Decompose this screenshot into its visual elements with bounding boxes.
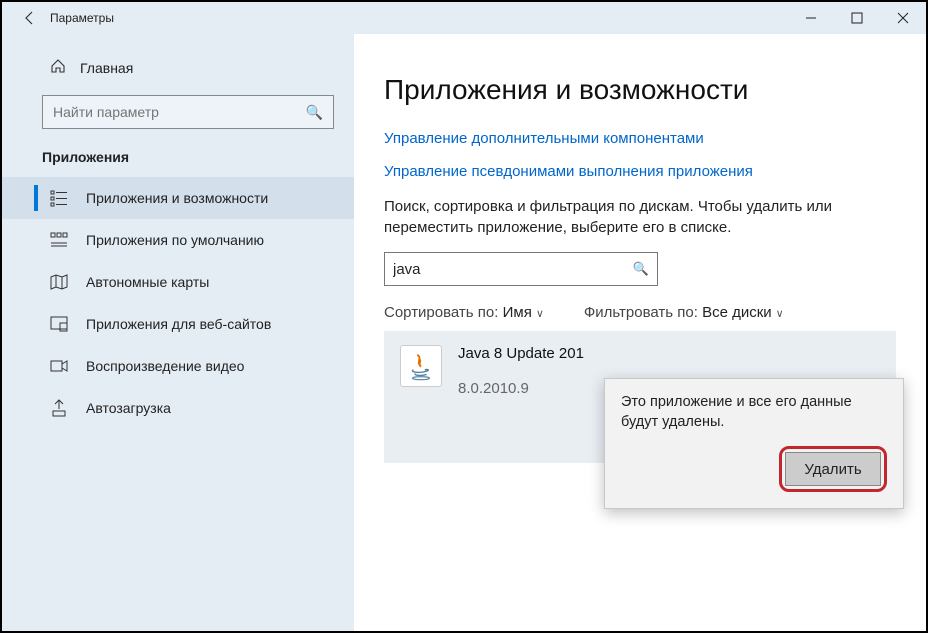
- home-icon: [50, 58, 66, 77]
- nav-offline-maps[interactable]: Автономные карты: [2, 261, 354, 303]
- app-name: Java 8 Update 201: [458, 345, 584, 362]
- home-label: Главная: [80, 60, 133, 76]
- nav-video-playback[interactable]: Воспроизведение видео: [2, 345, 354, 387]
- nav-label: Приложения по умолчанию: [86, 232, 264, 248]
- chevron-down-icon: ∨: [532, 308, 544, 320]
- popup-message: Это приложение и все его данные будут уд…: [621, 393, 887, 432]
- page-heading: Приложения и возможности: [384, 74, 896, 106]
- filter-value: Все диски: [702, 304, 772, 321]
- settings-search-input[interactable]: [53, 104, 306, 120]
- minimize-button[interactable]: [788, 2, 834, 34]
- chevron-down-icon: ∨: [772, 308, 784, 320]
- link-app-aliases[interactable]: Управление псевдонимами выполнения прило…: [384, 163, 896, 180]
- nav-default-apps[interactable]: Приложения по умолчанию: [2, 219, 354, 261]
- settings-search[interactable]: 🔍: [42, 95, 334, 129]
- sort-label: Сортировать по:: [384, 304, 498, 321]
- uninstall-confirm-popup: Это приложение и все его данные будут уд…: [604, 378, 904, 509]
- app-search[interactable]: 🔍: [384, 252, 658, 286]
- sort-value: Имя: [503, 304, 532, 321]
- nav-apps-for-websites[interactable]: Приложения для веб-сайтов: [2, 303, 354, 345]
- search-icon: 🔍: [633, 261, 649, 277]
- sidebar-section-title: Приложения: [2, 149, 354, 177]
- filter-label: Фильтровать по:: [584, 304, 698, 321]
- app-version: 8.0.2010.9: [458, 380, 584, 397]
- nav-label: Автозагрузка: [86, 400, 171, 416]
- nav-apps-features[interactable]: Приложения и возможности: [2, 177, 354, 219]
- window-title: Параметры: [50, 11, 114, 25]
- confirm-uninstall-button[interactable]: Удалить: [785, 452, 881, 486]
- map-icon: [50, 273, 68, 291]
- filter-dropdown[interactable]: Фильтровать по: Все диски∨: [584, 304, 784, 321]
- close-button[interactable]: [880, 2, 926, 34]
- home-link[interactable]: Главная: [2, 54, 354, 95]
- link-optional-features[interactable]: Управление дополнительными компонентами: [384, 130, 896, 147]
- maximize-button[interactable]: [834, 2, 880, 34]
- app-search-input[interactable]: [393, 261, 633, 278]
- nav-startup[interactable]: Автозагрузка: [2, 387, 354, 429]
- video-icon: [50, 357, 68, 375]
- apps-list-icon: [50, 189, 68, 207]
- nav-label: Воспроизведение видео: [86, 358, 244, 374]
- search-icon: 🔍: [306, 104, 323, 121]
- nav-label: Приложения и возможности: [86, 190, 268, 206]
- defaults-icon: [50, 231, 68, 249]
- sort-dropdown[interactable]: Сортировать по: Имя∨: [384, 304, 544, 321]
- annotation-highlight: Удалить: [779, 446, 887, 492]
- java-icon: [400, 345, 442, 387]
- website-apps-icon: [50, 315, 68, 333]
- back-button[interactable]: [10, 10, 50, 26]
- page-description: Поиск, сортировка и фильтрация по дискам…: [384, 196, 844, 238]
- startup-icon: [50, 399, 68, 417]
- nav-label: Приложения для веб-сайтов: [86, 316, 271, 332]
- nav-label: Автономные карты: [86, 274, 209, 290]
